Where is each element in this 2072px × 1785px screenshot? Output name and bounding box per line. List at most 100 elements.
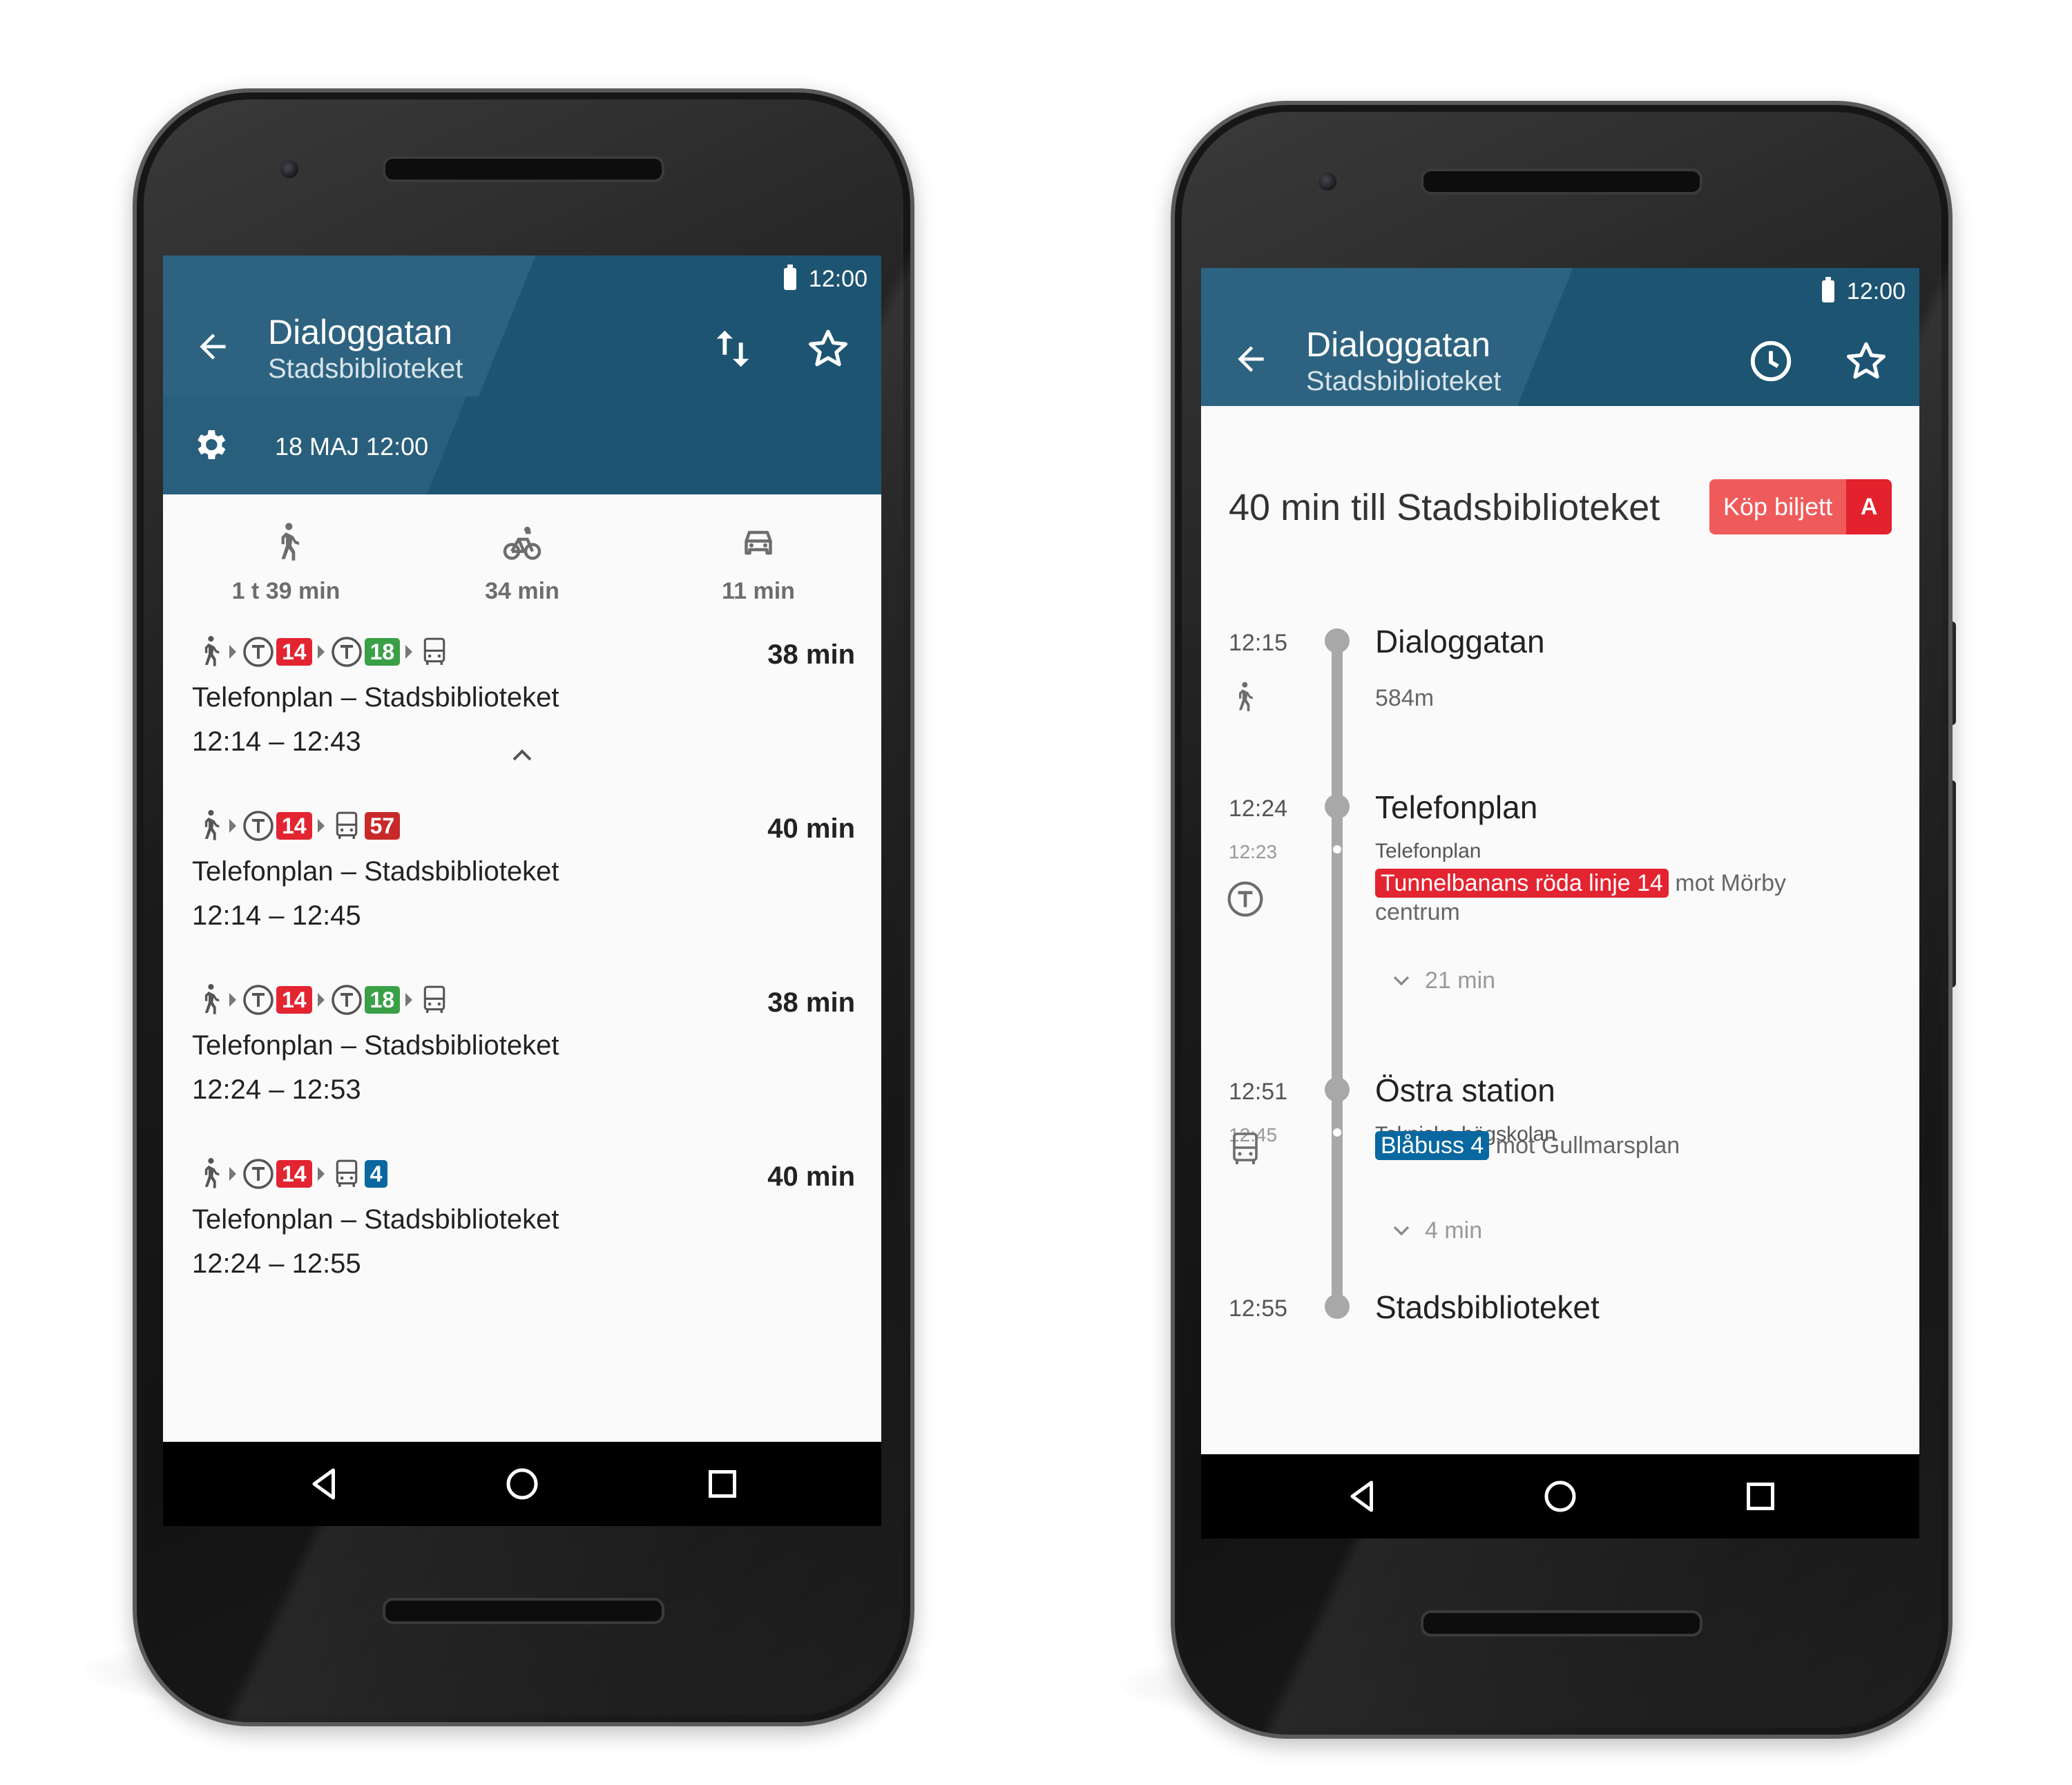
subway-icon bbox=[331, 637, 362, 667]
mode-bike-duration: 34 min bbox=[485, 578, 559, 604]
mode-bike[interactable]: 34 min bbox=[453, 522, 591, 605]
ticket-zone-badge: A bbox=[1846, 479, 1892, 534]
depart-time: 12:15 bbox=[1229, 630, 1288, 656]
walk-icon bbox=[1239, 682, 1253, 711]
transfer-time: 12:51 bbox=[1229, 1079, 1288, 1105]
line-number-badge: 14 bbox=[276, 638, 312, 666]
favorite-star-icon[interactable] bbox=[1842, 337, 1890, 385]
board-time: 12:24 bbox=[1229, 795, 1288, 822]
bus-icon bbox=[336, 1159, 357, 1187]
pass-time: 12:23 bbox=[1229, 841, 1278, 862]
trip-duration: 40 min bbox=[767, 1161, 855, 1192]
bike-icon bbox=[503, 526, 541, 560]
subway-icon bbox=[243, 811, 274, 841]
battery-icon bbox=[1821, 277, 1834, 302]
arrival-time: 12:55 bbox=[1229, 1295, 1288, 1322]
right-navigation-bar bbox=[1201, 1454, 1919, 1538]
chevron-right-icon bbox=[317, 819, 325, 833]
trip-result-item[interactable]: 14 4 40 min Telefonplan – Stadsbiblioteket 1… bbox=[192, 1153, 855, 1305]
walk-icon bbox=[204, 984, 220, 1014]
chevron-right-icon bbox=[317, 993, 325, 1007]
ride-duration-toggle[interactable]: 21 min bbox=[1388, 967, 1495, 994]
line-number-badge: 14 bbox=[276, 986, 312, 1014]
trip-times: 12:24 – 12:55 bbox=[192, 1248, 361, 1279]
timeline-stop-dot bbox=[1325, 628, 1350, 653]
nav-back-icon[interactable] bbox=[1342, 1476, 1383, 1517]
ride-duration: 4 min bbox=[1425, 1217, 1483, 1244]
trip-result-item[interactable]: 14 57 40 min Telefonplan – Stadsbiblioteket… bbox=[192, 805, 855, 957]
walk-distance: 584m bbox=[1375, 685, 1435, 711]
right-app-bar: 12:00 Dialoggatan Stadsbiblioteket bbox=[1201, 268, 1919, 406]
trip-summary-headline: 40 min till Stadsbiblioteket bbox=[1229, 487, 1660, 528]
bus-icon bbox=[336, 811, 357, 839]
line-number-badge: 14 bbox=[276, 812, 312, 840]
right-bottom-speaker bbox=[1421, 1610, 1702, 1637]
chevron-right-icon bbox=[317, 645, 325, 659]
nav-recents-icon[interactable] bbox=[702, 1463, 743, 1505]
settings-gear-icon[interactable] bbox=[191, 425, 229, 464]
mode-walk-duration: 1 t 39 min bbox=[231, 578, 340, 604]
left-app-bar: 12:00 Dialoggatan Stadsbiblioteket bbox=[163, 255, 881, 396]
subway-line-chip: Tunnelbanans röda linje 14 bbox=[1375, 869, 1669, 898]
timeline-pass-dot bbox=[1333, 1128, 1341, 1137]
right-phone: 12:00 Dialoggatan Stadsbiblioteket 40 mi… bbox=[1171, 101, 1953, 1739]
ride-duration-toggle[interactable]: 4 min bbox=[1388, 1217, 1482, 1244]
nav-home-icon[interactable] bbox=[501, 1463, 543, 1505]
timeline-stop-dot bbox=[1325, 1077, 1350, 1102]
swap-direction-icon[interactable] bbox=[709, 325, 757, 373]
mode-walk[interactable]: 1 t 39 min bbox=[217, 522, 355, 605]
line-number-badge: 14 bbox=[276, 1160, 312, 1188]
left-phone: 12:00 Dialoggatan Stadsbiblioteket 18 MA… bbox=[133, 88, 914, 1726]
favorite-star-icon[interactable] bbox=[804, 325, 852, 373]
mode-car-duration: 11 min bbox=[722, 578, 795, 604]
trip-duration: 40 min bbox=[767, 813, 855, 844]
clock-icon[interactable] bbox=[1747, 337, 1795, 385]
chevron-down-icon bbox=[1393, 1226, 1410, 1236]
left-top-speaker bbox=[383, 156, 664, 182]
subway-icon bbox=[243, 1159, 274, 1189]
line-number-badge: 18 bbox=[364, 638, 401, 666]
trip-origin-title: Dialoggatan bbox=[268, 313, 452, 351]
walk-icon bbox=[204, 810, 220, 840]
trip-origin-title: Dialoggatan bbox=[1306, 325, 1490, 364]
nav-recents-icon[interactable] bbox=[1740, 1476, 1781, 1517]
trip-duration: 38 min bbox=[767, 987, 855, 1018]
ride-duration: 21 min bbox=[1425, 967, 1496, 994]
chevron-right-icon bbox=[229, 993, 236, 1007]
status-time: 12:00 bbox=[808, 265, 867, 292]
line-number-badge: 57 bbox=[364, 812, 401, 840]
right-screen: 12:00 Dialoggatan Stadsbiblioteket 40 mi… bbox=[1201, 268, 1919, 1538]
trip-legs: 14 57 bbox=[192, 805, 401, 847]
trip-times: 12:14 – 12:43 bbox=[192, 726, 361, 757]
line-direction: mot Gullmarsplan bbox=[1495, 1132, 1680, 1159]
pass-stop: Telefonplan bbox=[1375, 840, 1481, 862]
line-number-badge: 18 bbox=[364, 986, 401, 1014]
nav-back-icon[interactable] bbox=[304, 1463, 345, 1505]
car-icon bbox=[745, 530, 772, 555]
timeline-stop-dot bbox=[1325, 1294, 1350, 1319]
buy-ticket-button[interactable]: Köp biljett A bbox=[1709, 479, 1892, 534]
trip-result-item[interactable]: 14 18 38 min Telefonplan – Stadsbiblioteket… bbox=[192, 979, 855, 1131]
subway-icon bbox=[243, 637, 274, 667]
status-bar: 12:00 bbox=[1821, 275, 1906, 308]
status-time: 12:00 bbox=[1846, 278, 1906, 305]
stop-origin: Dialoggatan bbox=[1375, 624, 1545, 659]
mode-car[interactable]: 11 min bbox=[689, 522, 827, 605]
trip-stops: Telefonplan – Stadsbiblioteket bbox=[192, 1030, 559, 1061]
left-bottom-speaker bbox=[383, 1598, 664, 1624]
chevron-right-icon bbox=[405, 993, 413, 1007]
timeline-stop-dot bbox=[1325, 794, 1350, 819]
bus-line-chip: Blåbuss 4 bbox=[1375, 1131, 1490, 1160]
status-bar: 12:00 bbox=[783, 262, 867, 296]
back-arrow-icon[interactable] bbox=[1231, 340, 1270, 378]
trip-legs: 14 18 bbox=[192, 979, 451, 1021]
nav-home-icon[interactable] bbox=[1539, 1476, 1581, 1517]
trip-times: 12:24 – 12:53 bbox=[192, 1074, 361, 1105]
battery-icon bbox=[783, 264, 796, 290]
walk-icon bbox=[204, 636, 220, 666]
back-arrow-icon[interactable] bbox=[193, 327, 232, 366]
trip-options-bar[interactable]: 18 MAJ 12:00 bbox=[163, 396, 881, 494]
trip-result-item[interactable]: 14 18 38 min Telefonplan – Stadsbiblioteket… bbox=[192, 631, 855, 783]
trip-legs: 14 18 bbox=[192, 631, 451, 673]
subway-icon bbox=[243, 985, 274, 1015]
